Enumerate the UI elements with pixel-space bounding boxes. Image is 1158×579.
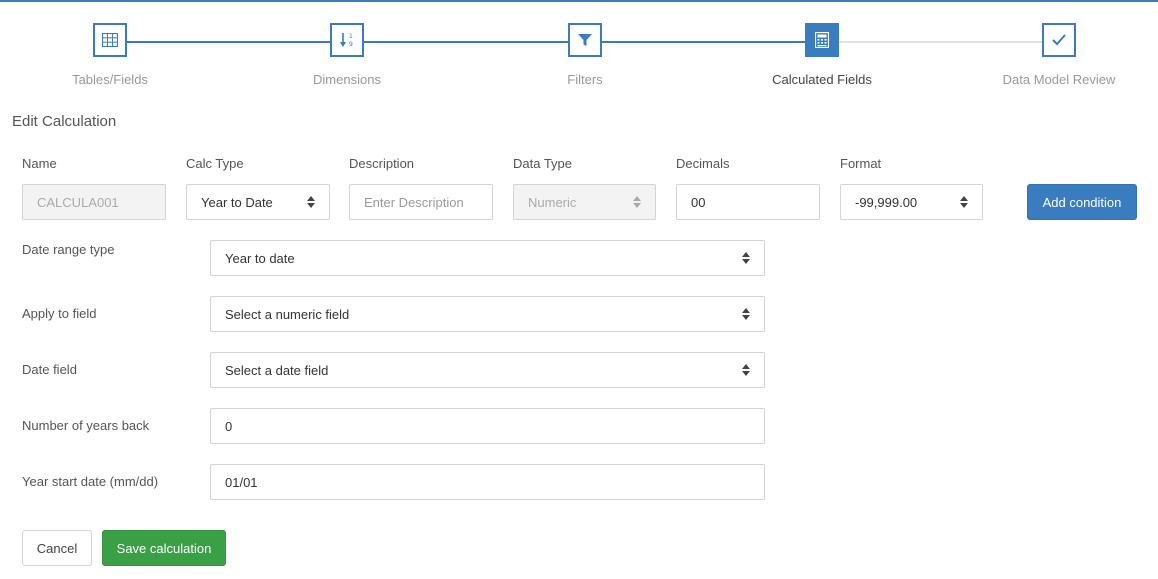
years-back-label: Number of years back — [22, 418, 150, 433]
date-field-label: Date field — [22, 362, 77, 377]
select-arrows-icon — [742, 252, 750, 264]
wizard-step-data-model-review[interactable]: Data Model Review — [979, 23, 1139, 87]
year-start-label: Year start date (mm/dd) — [22, 474, 159, 489]
format-value: -99,999.00 — [855, 194, 918, 210]
data-type-value: Numeric — [528, 194, 577, 210]
section-title: Edit Calculation — [12, 113, 117, 130]
format-label: Format — [840, 156, 882, 171]
select-arrows-icon — [307, 196, 315, 208]
select-arrows-icon — [633, 196, 641, 208]
name-input[interactable]: CALCULA001 — [22, 184, 166, 220]
save-calculation-button[interactable]: Save calculation — [102, 530, 226, 566]
wizard-step-label: Data Model Review — [1002, 72, 1116, 87]
wizard-step-label: Calculated Fields — [772, 72, 872, 87]
wizard-step-dimensions[interactable]: 1 9 Dimensions — [267, 23, 427, 87]
apply-to-field-select[interactable]: Select a numeric field — [210, 296, 765, 332]
date-field-select[interactable]: Select a date field — [210, 352, 765, 388]
date-field-value: Select a date field — [225, 362, 329, 378]
table-grid-icon — [93, 23, 127, 57]
format-select[interactable]: -99,999.00 — [840, 184, 983, 220]
description-label: Description — [349, 156, 415, 171]
name-label: Name — [22, 156, 57, 171]
date-range-type-value: Year to date — [225, 250, 295, 266]
description-input[interactable]: Enter Description — [349, 184, 493, 220]
data-type-label: Data Type — [513, 156, 573, 171]
select-arrows-icon — [742, 308, 750, 320]
wizard-step-tables-fields[interactable]: Tables/Fields — [30, 23, 190, 87]
year-start-input[interactable]: 01/01 — [210, 464, 765, 500]
date-range-type-select[interactable]: Year to date — [210, 240, 765, 276]
cancel-button[interactable]: Cancel — [22, 530, 92, 566]
description-placeholder: Enter Description — [364, 194, 464, 210]
apply-to-field-value: Select a numeric field — [225, 306, 350, 322]
wizard-stepper: Tables/Fields 1 9 Dimensions Filters Cal… — [0, 0, 1158, 100]
check-icon — [1042, 23, 1076, 57]
name-input-value: CALCULA001 — [37, 194, 119, 210]
sort-numeric-icon: 1 9 — [330, 23, 364, 57]
wizard-step-label: Dimensions — [313, 72, 381, 87]
date-range-type-label: Date range type — [22, 242, 115, 257]
calc-type-select[interactable]: Year to Date — [186, 184, 330, 220]
decimals-label: Decimals — [676, 156, 730, 171]
wizard-step-label: Filters — [567, 72, 603, 87]
data-type-select[interactable]: Numeric — [513, 184, 656, 220]
calculator-icon — [805, 23, 839, 57]
filter-icon — [568, 23, 602, 57]
wizard-step-label: Tables/Fields — [72, 72, 148, 87]
calc-type-label: Calc Type — [186, 156, 244, 171]
wizard-step-calculated-fields[interactable]: Calculated Fields — [742, 23, 902, 87]
svg-text:9: 9 — [349, 41, 353, 48]
apply-to-field-label: Apply to field — [22, 306, 97, 321]
select-arrows-icon — [742, 364, 750, 376]
add-condition-button[interactable]: Add condition — [1027, 184, 1137, 220]
decimals-value: 00 — [691, 194, 706, 210]
years-back-input[interactable]: 0 — [210, 408, 765, 444]
wizard-step-filters[interactable]: Filters — [505, 23, 665, 87]
svg-text:1: 1 — [349, 33, 353, 40]
years-back-value: 0 — [225, 418, 233, 434]
year-start-value: 01/01 — [225, 474, 258, 490]
calc-type-value: Year to Date — [201, 194, 273, 210]
select-arrows-icon — [960, 196, 968, 208]
decimals-input[interactable]: 00 — [676, 184, 820, 220]
